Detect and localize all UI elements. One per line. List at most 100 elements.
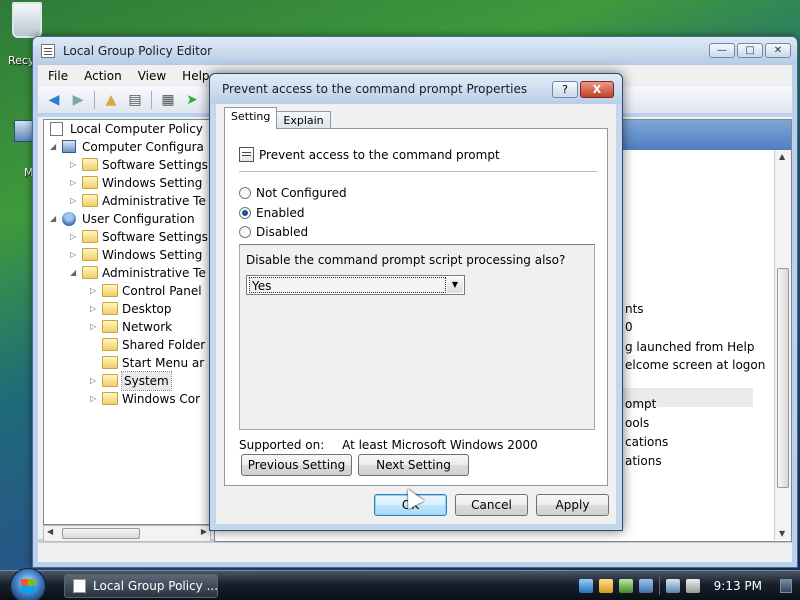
tree-item[interactable]: Start Menu ar xyxy=(44,354,210,372)
collapsed-arrow-icon[interactable]: ▷ xyxy=(70,174,78,192)
menu-view[interactable]: View xyxy=(138,69,166,83)
language-icon[interactable] xyxy=(638,579,653,593)
collapsed-arrow-icon[interactable]: ▷ xyxy=(70,246,78,264)
tree-item-label[interactable]: Software Settings xyxy=(102,156,208,174)
tree-item-label[interactable]: Software Settings xyxy=(102,228,208,246)
collapsed-arrow-icon[interactable]: ▷ xyxy=(90,372,98,390)
close-button[interactable]: ✕ xyxy=(765,43,791,58)
clock[interactable]: 9:13 PM xyxy=(714,579,762,593)
update-icon[interactable] xyxy=(618,579,633,593)
export-list-icon[interactable]: ➤ xyxy=(182,91,202,109)
network-icon[interactable] xyxy=(665,579,680,593)
tree-item[interactable]: ◢ User Configuration xyxy=(44,210,210,228)
maximize-button[interactable]: □ xyxy=(737,43,763,58)
settings-vertical-scrollbar[interactable]: ▲ ▼ xyxy=(774,150,791,540)
tree-item-label[interactable]: Administrative Te xyxy=(102,264,206,282)
expanded-arrow-icon[interactable]: ◢ xyxy=(50,138,58,156)
collapsed-arrow-icon[interactable]: ▷ xyxy=(90,282,98,300)
tree-item[interactable]: Shared Folder xyxy=(44,336,210,354)
collapsed-arrow-icon[interactable]: ▷ xyxy=(90,318,98,336)
tree-item[interactable]: ◢ Computer Configura xyxy=(44,138,210,156)
collapsed-arrow-icon[interactable]: ▷ xyxy=(70,156,78,174)
tree-item-label[interactable]: User Configuration xyxy=(82,210,195,228)
setting-row-text[interactable]: elcome screen at logon xyxy=(625,358,765,372)
collapsed-arrow-icon[interactable]: ▷ xyxy=(70,228,78,246)
back-arrow-icon[interactable]: ◀ xyxy=(44,91,64,109)
security-alert-icon[interactable] xyxy=(598,579,613,593)
minimize-button[interactable]: — xyxy=(709,43,735,58)
setting-row-text[interactable]: 0 xyxy=(625,320,633,334)
tree-item-label[interactable]: Windows Setting xyxy=(102,246,202,264)
radio-button[interactable] xyxy=(239,207,251,219)
main-titlebar[interactable]: Local Group Policy Editor — □ ✕ xyxy=(33,37,797,65)
tree-item[interactable]: ▷ Software Settings xyxy=(44,228,210,246)
tree-item-label[interactable]: Local Computer Policy xyxy=(70,120,203,138)
previous-setting-button[interactable]: Previous Setting xyxy=(241,454,352,476)
expanded-arrow-icon[interactable]: ◢ xyxy=(50,210,58,228)
expanded-arrow-icon[interactable]: ◢ xyxy=(70,264,78,282)
radio-button[interactable] xyxy=(239,226,251,238)
dialog-close-button[interactable]: X xyxy=(580,81,614,98)
menu-help[interactable]: Help xyxy=(182,69,209,83)
show-desktop-icon[interactable] xyxy=(780,579,792,593)
radio-not-configured[interactable]: Not Configured xyxy=(239,186,347,200)
tree-item[interactable]: Local Computer Policy xyxy=(44,120,210,138)
tab-setting[interactable]: Setting xyxy=(224,107,278,129)
tree-pane[interactable]: Local Computer Policy ◢ Computer Configura… xyxy=(43,119,211,525)
tree-item-label[interactable]: Administrative Te xyxy=(102,192,206,210)
tree-item-label[interactable]: System xyxy=(121,371,172,391)
tree-item-label[interactable]: Windows Setting xyxy=(102,174,202,192)
properties-icon[interactable]: ▦ xyxy=(158,91,178,109)
volume-muted-icon[interactable] xyxy=(685,579,700,593)
scroll-left-icon[interactable]: ◀ xyxy=(47,527,53,536)
setting-row-text[interactable]: ompt xyxy=(625,397,656,411)
tree-item-label[interactable]: Start Menu ar xyxy=(122,354,204,372)
tree-item[interactable]: ▷ Windows Cor xyxy=(44,390,210,408)
script-processing-dropdown[interactable]: Yes ▼ xyxy=(246,275,465,295)
tree-item-label[interactable]: Desktop xyxy=(122,300,172,318)
setting-row-text[interactable]: ools xyxy=(625,416,649,430)
scroll-up-icon[interactable]: ▲ xyxy=(779,152,785,161)
tree-item-label[interactable]: Network xyxy=(122,318,172,336)
next-setting-button[interactable]: Next Setting xyxy=(358,454,469,476)
menu-action[interactable]: Action xyxy=(84,69,122,83)
dialog-titlebar[interactable]: Prevent access to the command prompt Pro… xyxy=(210,74,622,104)
start-button[interactable] xyxy=(10,568,46,600)
radio-label[interactable]: Disabled xyxy=(256,225,308,239)
setting-row-text[interactable]: g launched from Help xyxy=(625,340,754,354)
tree-item[interactable]: ▷ Control Panel xyxy=(44,282,210,300)
setting-row-text[interactable]: nts xyxy=(625,302,644,316)
radio-label[interactable]: Not Configured xyxy=(256,186,347,200)
network-sync-icon[interactable] xyxy=(578,579,593,593)
tree-item-label[interactable]: Shared Folder xyxy=(122,336,205,354)
show-hide-tree-icon[interactable]: ▤ xyxy=(125,91,145,109)
tree-item-label[interactable]: Control Panel xyxy=(122,282,202,300)
tree-item[interactable]: ▷ Desktop xyxy=(44,300,210,318)
tree-item[interactable]: ▷ Administrative Te xyxy=(44,192,210,210)
menu-file[interactable]: File xyxy=(48,69,68,83)
tree-item-label[interactable]: Computer Configura xyxy=(82,138,204,156)
help-button[interactable]: ? xyxy=(552,81,578,98)
scroll-thumb[interactable] xyxy=(62,528,140,539)
tree-item[interactable]: ◢ Administrative Te xyxy=(44,264,210,282)
scroll-down-icon[interactable]: ▼ xyxy=(779,529,785,538)
setting-row-text[interactable]: cations xyxy=(625,435,668,449)
tree-item[interactable]: ▷ Windows Setting xyxy=(44,174,210,192)
collapsed-arrow-icon[interactable]: ▷ xyxy=(90,390,98,408)
chevron-down-icon[interactable]: ▼ xyxy=(447,277,463,293)
collapsed-arrow-icon[interactable]: ▷ xyxy=(90,300,98,318)
scroll-thumb[interactable] xyxy=(777,268,789,488)
apply-button[interactable]: Apply xyxy=(536,494,609,516)
tree-item[interactable]: ▷ Windows Setting xyxy=(44,246,210,264)
dropdown-value[interactable]: Yes xyxy=(249,277,446,293)
radio-label[interactable]: Enabled xyxy=(256,206,305,220)
up-folder-icon[interactable]: ▲ xyxy=(101,91,121,109)
scroll-right-icon[interactable]: ▶ xyxy=(201,527,207,536)
cancel-button[interactable]: Cancel xyxy=(455,494,528,516)
setting-row-text[interactable]: ations xyxy=(625,454,662,468)
tree-horizontal-scrollbar[interactable]: ◀ ▶ xyxy=(43,525,211,542)
taskbar-item-group-policy[interactable]: Local Group Policy ... xyxy=(64,574,218,598)
radio-enabled[interactable]: Enabled xyxy=(239,206,305,220)
tree-item[interactable]: ▷ Software Settings xyxy=(44,156,210,174)
tree-item[interactable]: ▷ Network xyxy=(44,318,210,336)
